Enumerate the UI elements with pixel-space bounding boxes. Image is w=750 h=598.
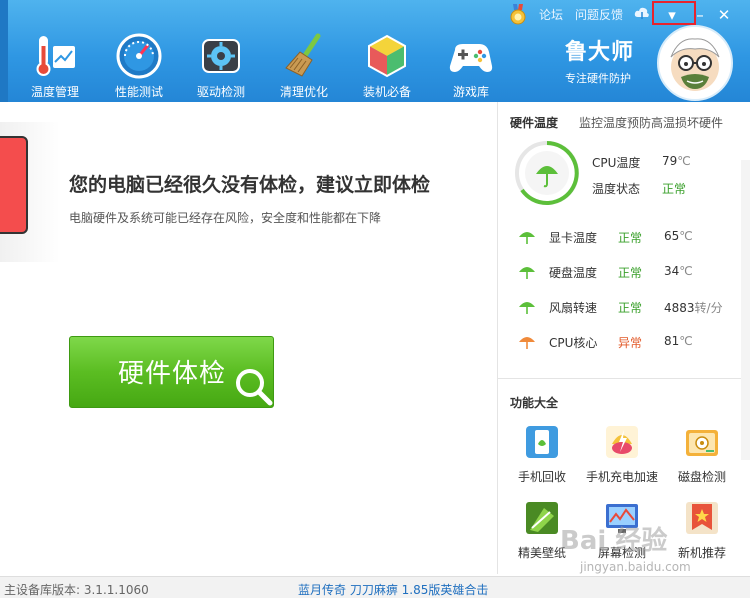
window-edge	[0, 0, 8, 102]
side-panel: 硬件温度 监控温度预防高温损坏硬件 CPU温度 79℃ 温度状态 正常 显卡温度…	[497, 102, 750, 574]
toolbar-label: 性能测试	[114, 85, 163, 99]
func-label: 磁盘检测	[677, 470, 726, 484]
cpu-temp-label: CPU温度	[592, 156, 641, 170]
row-number: 34	[664, 264, 680, 278]
recommend-icon	[686, 502, 718, 534]
driver-gear-icon	[202, 39, 240, 73]
umbrella-icon	[519, 337, 535, 349]
watermark-logo: Bai 经验	[560, 526, 668, 556]
umbrella-icon	[519, 232, 535, 244]
watermark-url: jingyan.baidu.com	[580, 560, 691, 574]
func-label: 新机推荐	[677, 546, 726, 560]
hardware-temp-title: 硬件温度	[510, 116, 559, 130]
toolbar-item-performance[interactable]: 性能测试	[104, 32, 174, 100]
row-unit: ℃	[679, 229, 693, 243]
check-button-label: 硬件体检	[118, 359, 227, 389]
func-label: 手机充电加速	[585, 470, 658, 484]
top-toolbar: 温度管理 性能测试 驱动检测 清理优化 装机必备 游戏库 论坛 问题反馈 ▾ –…	[0, 0, 750, 102]
func-recommend[interactable]: 新机推荐	[662, 500, 742, 561]
section-divider	[498, 378, 750, 379]
toolbar-label: 装机必备	[362, 85, 411, 99]
row-number: 81	[664, 334, 680, 348]
adjacent-window-edge	[741, 160, 750, 460]
row-status: 正常	[618, 301, 643, 315]
avatar[interactable]	[657, 25, 733, 101]
cpu-temp-value: 79℃	[662, 154, 691, 168]
toolbar-item-temperature[interactable]: 温度管理	[20, 32, 90, 100]
magnifier-icon	[236, 369, 273, 406]
toolbar-item-essentials[interactable]: 装机必备	[352, 32, 422, 100]
mascot-face-icon	[670, 38, 720, 91]
cpu-temp-unit: ℃	[677, 154, 691, 168]
toolbar-item-driver[interactable]: 驱动检测	[186, 32, 256, 100]
phone-recycle-icon	[526, 426, 558, 458]
promo-link[interactable]: 蓝月传奇 刀刀麻痹 1.85版英雄合击	[298, 581, 488, 598]
medal-icon[interactable]	[508, 4, 528, 26]
cloud-download-icon[interactable]	[634, 7, 650, 21]
row-number: 65	[664, 229, 680, 243]
row-status: 正常	[618, 266, 643, 280]
row-status: 异常	[618, 336, 643, 350]
row-label: CPU核心	[549, 336, 598, 350]
toolbar-label: 清理优化	[279, 85, 328, 99]
row-value: 4883转/分	[664, 299, 723, 316]
brand: 鲁大师 专注硬件防护	[565, 34, 634, 86]
functions-title: 功能大全	[510, 396, 559, 410]
umbrella-icon	[519, 267, 535, 279]
speedometer-icon	[116, 33, 162, 79]
library-version: 主设备库版本: 3.1.1.1060	[4, 583, 149, 597]
row-label: 风扇转速	[549, 301, 598, 315]
temperature-gauge	[515, 141, 579, 205]
brand-slogan: 专注硬件防护	[565, 72, 631, 85]
toolbar-label: 游戏库	[452, 85, 489, 99]
disk-check-icon	[686, 430, 718, 456]
hardware-check-button[interactable]: 硬件体检	[69, 336, 274, 408]
charge-boost-icon	[606, 426, 638, 458]
status-card-graphic	[0, 136, 28, 234]
toolbar-label: 驱动检测	[196, 85, 245, 99]
umbrella-icon	[519, 302, 535, 314]
row-value: 81℃	[664, 334, 693, 348]
func-charge-boost[interactable]: 手机充电加速	[582, 424, 662, 485]
row-value: 65℃	[664, 229, 693, 243]
temp-state-label: 温度状态	[592, 182, 641, 196]
func-disk-check[interactable]: 磁盘检测	[662, 424, 742, 485]
status-bar: 主设备库版本: 3.1.1.1060 蓝月传奇 刀刀麻痹 1.85版英雄合击	[0, 576, 750, 598]
wallpaper-icon	[526, 502, 558, 534]
checkup-headline: 您的电脑已经很久没有体检，建议立即体检	[69, 174, 431, 196]
thermometer-icon	[36, 36, 75, 76]
feedback-link[interactable]: 问题反馈	[575, 6, 623, 23]
func-phone-recycle[interactable]: 手机回收	[502, 424, 582, 485]
temp-state-value: 正常	[662, 182, 687, 196]
brand-name: 鲁大师	[565, 40, 635, 65]
row-status: 正常	[618, 231, 643, 245]
row-label: 显卡温度	[549, 231, 598, 245]
highlight-box	[652, 1, 696, 25]
gamepad-icon	[449, 44, 493, 72]
broom-icon	[285, 33, 321, 77]
checkup-subline: 电脑硬件及系统可能已经存在风险，安全度和性能都在下降	[69, 211, 382, 225]
func-label: 精美壁纸	[517, 546, 566, 560]
row-unit: 转/分	[694, 301, 723, 315]
toolbar-item-games[interactable]: 游戏库	[436, 32, 506, 100]
row-number: 4883	[664, 301, 695, 315]
func-label: 手机回收	[517, 470, 566, 484]
row-unit: ℃	[679, 264, 693, 278]
toolbar-item-cleanup[interactable]: 清理优化	[269, 32, 339, 100]
row-value: 34℃	[664, 264, 693, 278]
forum-link[interactable]: 论坛	[539, 6, 563, 23]
package-box-icon	[368, 34, 406, 78]
cpu-temp-number: 79	[662, 154, 678, 168]
row-label: 硬盘温度	[549, 266, 598, 280]
close-button[interactable]: ✕	[714, 5, 734, 25]
hardware-temp-desc: 监控温度预防高温损坏硬件	[579, 116, 724, 130]
toolbar-label: 温度管理	[30, 85, 79, 99]
main-panel: 您的电脑已经很久没有体检，建议立即体检 电脑硬件及系统可能已经存在风险，安全度和…	[0, 102, 497, 574]
row-unit: ℃	[679, 334, 693, 348]
